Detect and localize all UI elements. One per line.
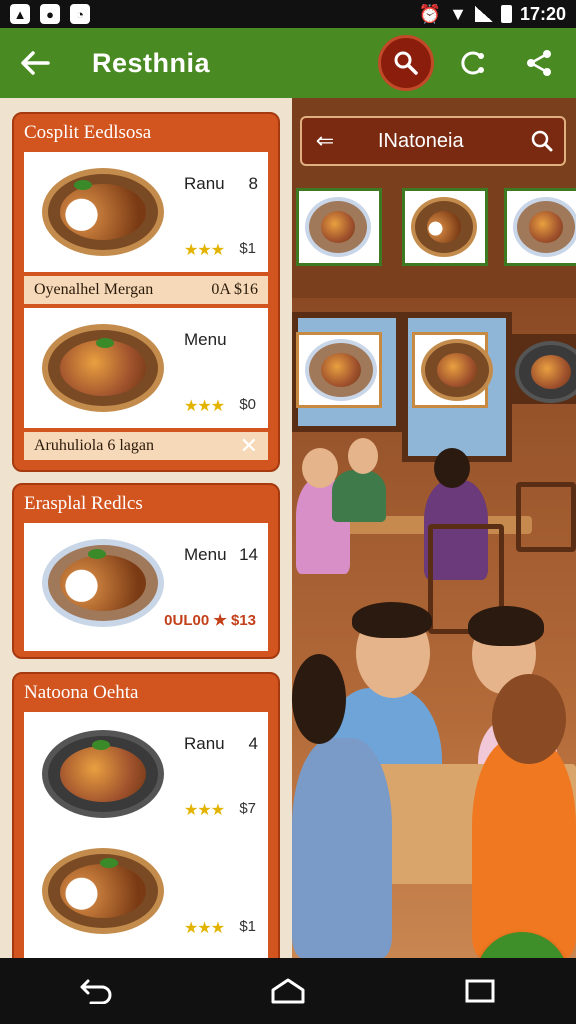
- food-image: [42, 168, 164, 256]
- system-nav-bar: [0, 958, 576, 1024]
- food-thumbnail[interactable]: [402, 188, 488, 266]
- restaurant-illustration: ⇐ INatoneia: [292, 98, 576, 958]
- refresh-icon: [461, 51, 484, 75]
- person: [292, 738, 392, 958]
- person-head: [292, 654, 346, 744]
- food-thumbnail[interactable]: [296, 188, 382, 266]
- bar-label: Aruhuliola 6 lagan: [34, 437, 154, 454]
- item-number: 8: [248, 174, 258, 193]
- main-content: Cosplit Eedlsosa Ranu 8 ★★★ $1 Oyenalhel…: [0, 98, 576, 958]
- person-hair: [352, 602, 432, 638]
- nav-back-button[interactable]: [66, 961, 126, 1021]
- clock-icon: ◔: [70, 4, 90, 24]
- item-name: Menu: [184, 330, 227, 349]
- item-price: $1: [239, 918, 256, 935]
- bar-label: Oyenalhel Mergan: [34, 281, 154, 298]
- close-icon[interactable]: ✕: [240, 433, 258, 459]
- food-image: [42, 848, 164, 934]
- signal-icon: [474, 6, 493, 22]
- wall-picture: [296, 332, 382, 408]
- rating-stars: ★★★: [184, 242, 225, 259]
- card-title: Erasplal Redlcs: [24, 493, 143, 514]
- menu-card[interactable]: Cosplit Eedlsosa Ranu 8 ★★★ $1 Oyenalhel…: [12, 112, 280, 472]
- double-arrow-left-icon[interactable]: ⇐: [302, 128, 348, 154]
- page-title: Resthnia: [92, 47, 211, 78]
- refresh-button[interactable]: [452, 42, 494, 84]
- bar-value: 0A $16: [211, 281, 258, 298]
- person-hair: [468, 606, 544, 646]
- item-name: Ranu: [184, 734, 225, 753]
- item-name: Ranu: [184, 174, 225, 193]
- menu-item[interactable]: Menu 14 0UL00 ★ $13: [24, 523, 268, 651]
- person: [332, 470, 386, 522]
- home-icon: [271, 978, 305, 1004]
- share-icon: [527, 50, 551, 76]
- search-icon: [394, 51, 418, 75]
- photo-icon: ▲: [10, 4, 30, 24]
- item-number: 4: [248, 734, 258, 753]
- menu-card[interactable]: Erasplal Redlcs Menu 14 0UL00 ★ $13: [12, 483, 280, 659]
- wifi-icon: ▼: [449, 3, 467, 24]
- search-button[interactable]: [378, 35, 434, 91]
- app-bar: Resthnia: [0, 28, 576, 98]
- item-price: 0UL00 ★ $13: [164, 612, 256, 629]
- wall-picture: [506, 334, 576, 404]
- item-price: $1: [239, 240, 256, 257]
- food-image: [42, 324, 164, 412]
- notification-icon: ●: [40, 4, 60, 24]
- person-head: [434, 448, 470, 488]
- rating-stars: ★★★: [184, 802, 225, 819]
- nav-recents-button[interactable]: [450, 961, 510, 1021]
- item-price: $0: [239, 396, 256, 413]
- menu-item[interactable]: Menu ★★★ $0: [24, 308, 268, 428]
- battery-icon: [500, 5, 512, 23]
- item-subtitle-bar: Aruhuliola 6 lagan ✕: [24, 432, 268, 460]
- food-image: [42, 539, 164, 627]
- status-right: ⏰ ▼ 17:20: [419, 4, 566, 25]
- card-title: Natoona Oehta: [24, 682, 139, 703]
- share-button[interactable]: [518, 42, 560, 84]
- food-image: [42, 730, 164, 818]
- rating-stars: ★★★: [184, 920, 225, 937]
- menu-item[interactable]: Ranu 8 ★★★ $1: [24, 152, 268, 272]
- back-button[interactable]: [0, 28, 70, 98]
- search-icon[interactable]: [530, 129, 554, 153]
- nav-home-button[interactable]: [258, 961, 318, 1021]
- menu-card[interactable]: Natoona Oehta Ranu 4 ★★★ $7 ★★★ $1: [12, 672, 280, 958]
- wall-picture: [412, 332, 493, 408]
- status-left-icons: ▲ ● ◔: [10, 4, 90, 24]
- food-thumbnail[interactable]: [504, 188, 576, 266]
- person-head: [348, 438, 378, 474]
- item-name: Menu: [184, 545, 227, 564]
- item-price: $7: [239, 800, 256, 817]
- alarm-icon: ⏰: [418, 3, 442, 24]
- menu-item[interactable]: Ranu 4 ★★★ $7 ★★★ $1: [24, 712, 268, 958]
- arrow-left-icon: [21, 51, 50, 75]
- back-arrow-icon: [80, 979, 112, 1004]
- restaurant-search-text: INatoneia: [378, 129, 464, 152]
- rating-stars: ★★★: [184, 398, 225, 415]
- menu-list[interactable]: Cosplit Eedlsosa Ranu 8 ★★★ $1 Oyenalhel…: [0, 98, 292, 958]
- item-subtitle-bar: Oyenalhel Mergan 0A $16: [24, 276, 268, 304]
- card-title: Cosplit Eedlsosa: [24, 122, 152, 143]
- status-time: 17:20: [519, 3, 566, 24]
- recents-icon: [465, 979, 495, 1003]
- chair: [516, 482, 576, 552]
- restaurant-search-bar[interactable]: ⇐ INatoneia: [300, 116, 566, 166]
- person: [472, 738, 576, 958]
- item-number: 14: [239, 545, 258, 564]
- status-bar: ▲ ● ◔ ⏰ ▼ 17:20: [0, 0, 576, 28]
- person-head: [492, 674, 566, 764]
